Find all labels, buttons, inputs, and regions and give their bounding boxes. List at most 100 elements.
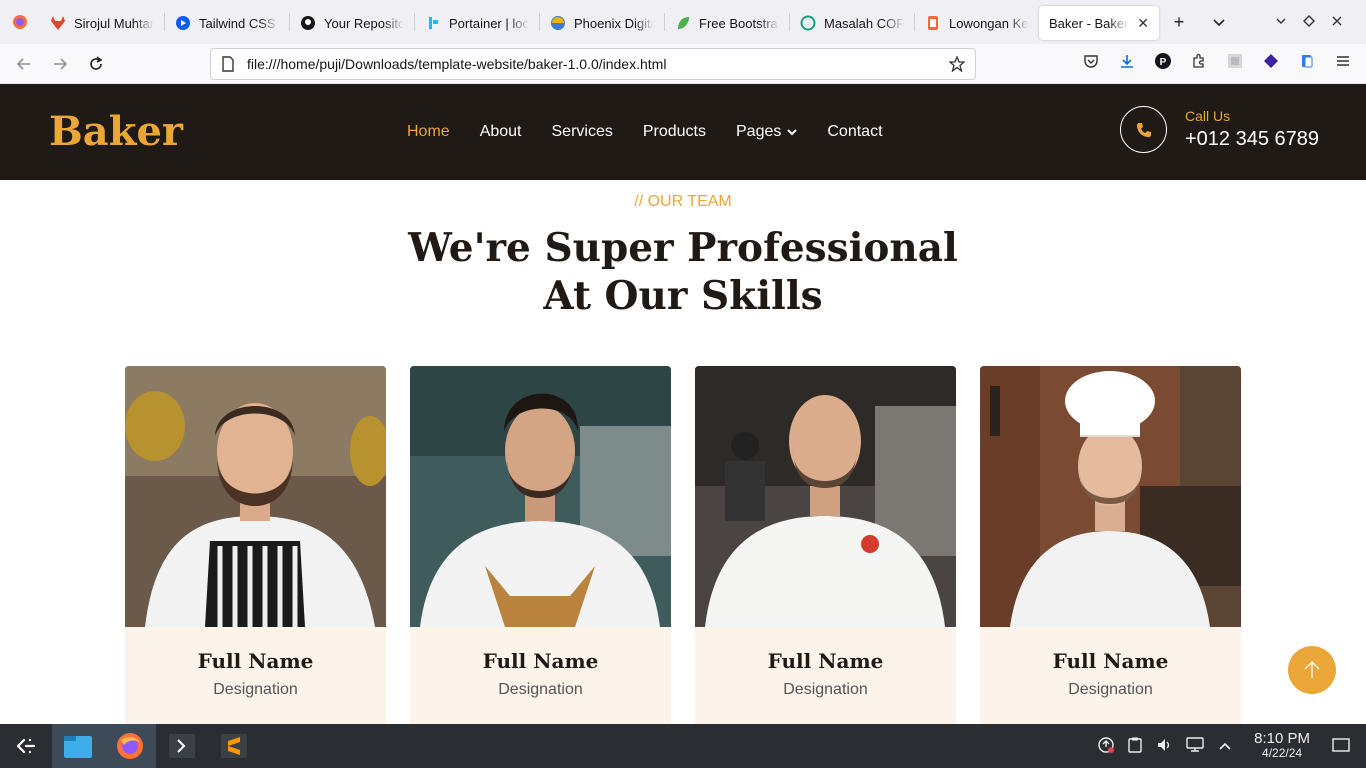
copy-icon — [1302, 55, 1313, 68]
extension-p-button[interactable]: P — [1152, 50, 1174, 72]
team-card[interactable]: Full Name Designation — [695, 366, 956, 726]
tab-bootstrap[interactable]: Free Bootstrap — [665, 6, 789, 40]
chevron-down-icon — [1276, 18, 1286, 24]
file-icon — [222, 56, 234, 72]
clipboard-icon[interactable] — [1128, 737, 1142, 756]
member-designation: Designation — [213, 681, 298, 698]
svg-text:P: P — [1160, 57, 1167, 68]
taskbar-sublime-text[interactable] — [208, 724, 260, 768]
app-menu-button[interactable] — [1332, 50, 1354, 72]
launcher-icon — [16, 738, 36, 754]
close-icon — [1332, 16, 1342, 25]
team-cards: Full Name Designation Full Name Designat… — [125, 366, 1241, 726]
bookmark-star-icon[interactable] — [949, 56, 965, 72]
taskbar-file-manager[interactable] — [52, 724, 104, 768]
menu-services[interactable]: Services — [537, 123, 628, 141]
arrow-right-icon — [54, 57, 68, 70]
extension-copy-button[interactable] — [1296, 50, 1318, 72]
tab-title: Lowongan Kerja — [949, 15, 1029, 31]
maximize-window-button[interactable] — [1298, 14, 1320, 30]
tab-title: Tailwind CSS — [199, 15, 276, 31]
document-icon — [928, 16, 938, 30]
chevron-down-icon — [1213, 19, 1225, 27]
menu-about[interactable]: About — [465, 123, 537, 141]
portainer-icon — [429, 17, 438, 29]
arrow-up-icon — [1304, 661, 1320, 678]
section-eyebrow: // OUR TEAM — [634, 193, 732, 210]
show-desktop-button[interactable] — [1332, 737, 1350, 756]
tab-github[interactable]: Your Repositories — [290, 6, 414, 40]
tab-title: Free Bootstrap — [699, 15, 779, 31]
taskbar-terminal[interactable] — [156, 724, 208, 768]
minimize-window-button[interactable] — [1270, 15, 1292, 30]
team-member-photo — [695, 366, 956, 627]
tab-portainer[interactable]: Portainer | local — [415, 6, 539, 40]
firefox-view-button[interactable] — [0, 0, 40, 44]
application-launcher[interactable] — [0, 724, 52, 768]
close-window-button[interactable] — [1326, 15, 1348, 30]
phone-circle — [1120, 106, 1167, 153]
play-circle-icon — [176, 16, 190, 30]
forward-button[interactable] — [42, 48, 78, 80]
system-clock[interactable]: 8:10 PM 4/22/24 — [1254, 731, 1310, 761]
browser-navigation-bar: file:///home/puji/Downloads/template-web… — [0, 44, 1366, 84]
reload-button[interactable] — [78, 48, 114, 80]
tab-title: Phoenix Digital — [574, 15, 654, 31]
system-tray: 8:10 PM 4/22/24 — [1098, 724, 1366, 768]
brand-logo[interactable]: Baker — [49, 108, 183, 155]
extensions-button[interactable] — [1188, 50, 1210, 72]
tab-lowongan[interactable]: Lowongan Kerja — [915, 6, 1039, 40]
heading-line-1: We're Super Professional — [408, 225, 958, 271]
leaf-icon — [678, 17, 689, 29]
arrow-left-icon — [16, 57, 30, 70]
chatgpt-icon — [800, 15, 816, 31]
network-icon[interactable] — [1186, 736, 1204, 756]
new-tab-button[interactable]: + — [1159, 0, 1199, 44]
menu-contact[interactable]: Contact — [812, 123, 897, 141]
diamond-icon — [1303, 14, 1315, 27]
back-button[interactable] — [6, 48, 42, 80]
tab-tailwind[interactable]: Tailwind CSS — [165, 6, 289, 40]
taskbar-firefox[interactable] — [104, 724, 156, 768]
phone-icon — [1136, 122, 1151, 137]
close-tab-icon[interactable]: ✕ — [1137, 15, 1149, 32]
tab-baker-active[interactable]: Baker - Bakery ✕ — [1039, 6, 1159, 40]
tab-title: Your Repositories — [324, 15, 404, 31]
back-to-top-button[interactable] — [1288, 646, 1336, 694]
address-bar[interactable]: file:///home/puji/Downloads/template-web… — [210, 48, 976, 80]
team-section: // OUR TEAM We're Super Professional At … — [0, 180, 1366, 726]
tray-expand-icon[interactable] — [1218, 738, 1232, 754]
extension-grid-button[interactable] — [1224, 50, 1246, 72]
menu-home[interactable]: Home — [392, 123, 465, 141]
sublime-text-icon — [221, 734, 247, 758]
firefox-icon — [13, 15, 27, 29]
chevron-down-icon — [787, 129, 798, 136]
tab-phoenix[interactable]: Phoenix Digital — [540, 6, 664, 40]
pocket-button[interactable] — [1080, 50, 1102, 72]
member-name: Full Name — [197, 649, 314, 673]
tab-gitlab[interactable]: Sirojul Muhtar — [40, 6, 164, 40]
team-card[interactable]: Full Name Designation — [125, 366, 386, 726]
call-us-block[interactable]: Call Us +012 345 6789 — [1120, 106, 1319, 153]
menu-products[interactable]: Products — [628, 123, 721, 141]
os-taskbar: 8:10 PM 4/22/24 — [0, 724, 1366, 768]
url-text: file:///home/puji/Downloads/template-web… — [247, 56, 667, 72]
team-member-photo — [125, 366, 386, 627]
extension-diamond-button[interactable] — [1260, 50, 1282, 72]
menu-pages-label: Pages — [736, 123, 782, 140]
team-card[interactable]: Full Name Designation — [410, 366, 671, 726]
team-card[interactable]: Full Name Designation — [980, 366, 1241, 726]
pocket-icon — [1084, 55, 1098, 68]
menu-pages[interactable]: Pages — [721, 123, 812, 141]
folder-icon — [64, 736, 92, 758]
phoenix-icon — [551, 16, 565, 30]
main-menu: Home About Services Products Pages Conta… — [392, 84, 898, 180]
call-number: +012 345 6789 — [1185, 128, 1320, 150]
tab-chatgpt[interactable]: Masalah CORS — [790, 6, 914, 40]
downloads-button[interactable] — [1116, 50, 1138, 72]
site-header: Baker Home About Services Products Pages… — [0, 84, 1366, 180]
heading-line-2: At Our Skills — [543, 273, 823, 319]
list-all-tabs-button[interactable] — [1199, 0, 1239, 44]
updates-icon[interactable] — [1098, 736, 1115, 756]
volume-icon[interactable] — [1156, 737, 1172, 756]
